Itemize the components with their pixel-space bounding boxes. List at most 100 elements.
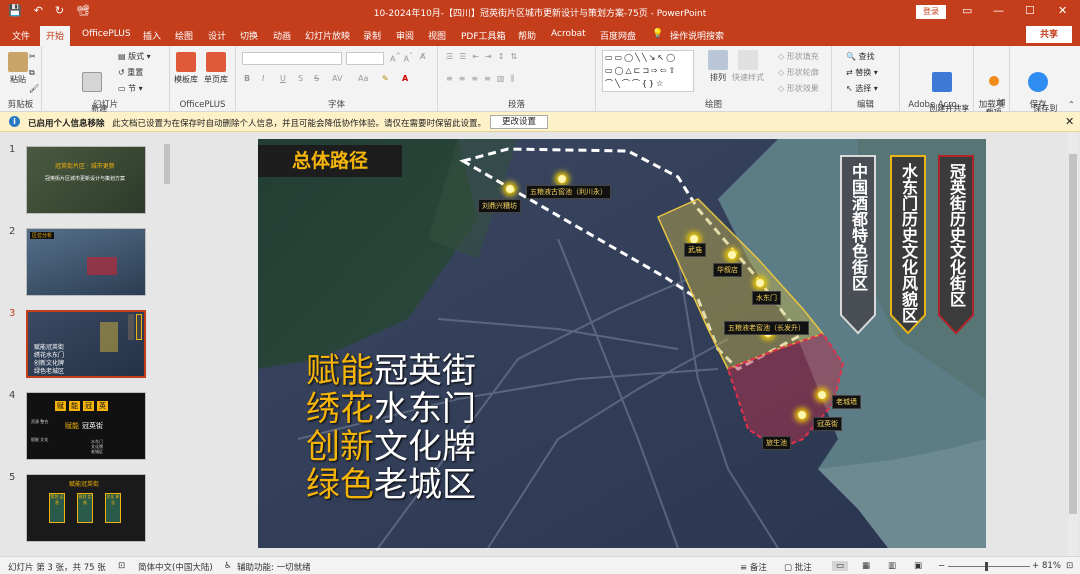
replace-button[interactable]: ⇄ 替换 ▾ xyxy=(846,67,878,78)
highlight-icon[interactable]: ✎ xyxy=(382,74,389,83)
cut-icon[interactable]: ✂ xyxy=(29,52,36,61)
tab-animations[interactable]: 动画 xyxy=(273,29,291,42)
normal-view-icon[interactable]: ▭ xyxy=(832,561,849,571)
group-label: Adobe Acro... xyxy=(908,100,965,110)
zoom-level[interactable]: 81% xyxy=(1042,561,1061,571)
maximize-button[interactable]: ☐ xyxy=(1025,4,1035,17)
spellcheck-icon[interactable]: ⊡ xyxy=(118,561,125,571)
tab-transitions[interactable]: 切换 xyxy=(240,29,258,42)
tab-help[interactable]: 帮助 xyxy=(518,29,536,42)
slide-thumbnail-2[interactable]: 区位分析 xyxy=(26,228,146,296)
case-button[interactable]: Aa xyxy=(358,74,368,83)
slide-thumbnail-5[interactable]: 赋能冠英街 策划 运营 规划 定制 文化 彰显 xyxy=(26,474,146,542)
title-bar: 💾 ↶ ↻ 📽 10-2024年10月-【四川】冠英街片区城市更新设计与策划方案… xyxy=(0,0,1080,24)
align-icons[interactable]: ≡≡≡≡▥⫼ xyxy=(446,74,520,84)
font-name-select[interactable] xyxy=(242,52,342,65)
language-status[interactable]: 简体中文(中国大陆) xyxy=(138,561,213,573)
select-button[interactable]: ↖ 选择 ▾ xyxy=(846,83,878,94)
copy-icon[interactable]: ⧉ xyxy=(29,68,35,78)
template-library-button[interactable]: 模板库 xyxy=(174,52,198,85)
tell-me-search[interactable]: 操作说明搜索 xyxy=(670,29,724,42)
banner-shuidongmen: 水东门历史文化风貌区 xyxy=(890,155,926,335)
thumb-number: 5 xyxy=(9,472,16,483)
ribbon-tabs: 文件 开始 OfficePLUS 插入 绘图 设计 切换 动画 幻灯片放映 录制… xyxy=(0,24,1080,46)
close-button[interactable]: ✕ xyxy=(1058,4,1067,17)
slide-thumbnail-1[interactable]: 冠英街片区 · 城市更新 冠英街片区城市更新设计与策划方案 xyxy=(26,146,146,214)
thumbnail-scrollbar[interactable] xyxy=(162,132,172,556)
slide-canvas[interactable]: 总体路径 赋能冠英街 绣花水东门 创新文化牌 绿色老城区 中国酒都特色街区 水东… xyxy=(258,139,986,548)
poi-light xyxy=(690,235,698,243)
tab-file[interactable]: 文件 xyxy=(12,29,30,42)
paste-button[interactable]: 粘贴 xyxy=(8,52,28,85)
tab-review[interactable]: 审阅 xyxy=(396,29,414,42)
section-button[interactable]: ▭ 节 ▾ xyxy=(118,83,143,94)
font-color-button[interactable]: A xyxy=(402,74,408,83)
fit-slide-icon[interactable]: ⊡ xyxy=(1066,561,1073,571)
tab-record[interactable]: 录制 xyxy=(363,29,381,42)
accessibility-status[interactable]: 辅助功能: 一切就绪 xyxy=(237,561,311,573)
layout-button[interactable]: ▤ 版式 ▾ xyxy=(118,51,151,62)
poi-label: 老城墙 xyxy=(832,395,861,409)
change-settings-button[interactable]: 更改设置 xyxy=(490,115,548,129)
thumb-number: 4 xyxy=(9,390,16,401)
list-icons[interactable]: ☰☰⇤⇥↕⇅ xyxy=(446,52,523,61)
scroll-thumb[interactable] xyxy=(1069,154,1077,514)
ribbon-display-icon[interactable]: ▭ xyxy=(962,4,972,17)
poi-label: 水东门 xyxy=(752,291,781,305)
group-addins: 加 载项 加载项 xyxy=(974,46,1010,117)
tab-officeplus[interactable]: OfficePLUS xyxy=(82,29,131,39)
arrange-icon xyxy=(708,50,728,70)
minimize-button[interactable]: — xyxy=(993,4,1004,17)
underline-button[interactable]: U xyxy=(280,74,286,83)
slide-thumbnail-4[interactable]: 赋 能 冠 英 赋能 冠英街 资源 整合 赋能 文化 水东门 文化牌 老城区 xyxy=(26,392,146,460)
tab-design[interactable]: 设计 xyxy=(208,29,226,42)
font-size-select[interactable] xyxy=(346,52,384,65)
italic-button[interactable]: I xyxy=(262,74,264,83)
thumb-number: 2 xyxy=(9,226,16,237)
zoom-slider[interactable] xyxy=(948,566,1030,567)
arrange-button[interactable]: 排列 xyxy=(708,50,728,83)
shapes-gallery[interactable]: ▭▭◯╲╲↘↖◯ ▭◯△⊏⊐⇨⇦⇧ ⌒╲⌒⌒{}☆ xyxy=(602,50,694,92)
format-painter-icon[interactable]: 🖌 xyxy=(29,84,39,93)
zoom-out-button[interactable]: − xyxy=(938,561,945,571)
scroll-thumb[interactable] xyxy=(164,144,170,184)
shape-outline-button[interactable]: ◇ 形状轮廓 xyxy=(778,67,819,78)
zoom-in-button[interactable]: + xyxy=(1032,561,1039,571)
tab-insert[interactable]: 插入 xyxy=(143,29,161,42)
spacing-button[interactable]: AV xyxy=(332,74,342,83)
tab-view[interactable]: 视图 xyxy=(428,29,446,42)
collapse-ribbon-icon[interactable]: ⌃ xyxy=(1068,100,1075,109)
single-page-button[interactable]: 单页库 xyxy=(204,52,228,85)
slogan-line-1: 赋能冠英街 xyxy=(306,351,476,391)
bold-button[interactable]: B xyxy=(244,74,250,83)
comments-button[interactable]: ▢ 批注 xyxy=(784,561,812,573)
shadow-button[interactable]: S xyxy=(298,74,303,83)
thumb-boxes: 赋 能 冠 英 xyxy=(55,401,108,411)
close-icon[interactable]: ✕ xyxy=(1065,115,1074,128)
thumb-text: 老城区 xyxy=(91,449,103,454)
shape-fill-button[interactable]: ◇ 形状填充 xyxy=(778,51,819,62)
notes-button[interactable]: ≡ 备注 xyxy=(740,561,767,573)
shape-effect-button[interactable]: ◇ 形状效果 xyxy=(778,83,819,94)
clear-format-icon[interactable]: A̸ xyxy=(420,52,425,61)
slide-sorter-icon[interactable]: ▦ xyxy=(862,561,870,571)
tab-acrobat[interactable]: Acrobat xyxy=(551,29,586,39)
reset-button[interactable]: ↺ 重置 xyxy=(118,67,143,78)
grow-font-icon[interactable]: A^ A˅ xyxy=(390,52,412,64)
tab-draw[interactable]: 绘图 xyxy=(175,29,193,42)
slide-scrollbar[interactable] xyxy=(1068,132,1078,556)
zoom-slider-thumb[interactable] xyxy=(985,562,988,571)
quick-styles-button[interactable]: 快速样式 xyxy=(732,50,764,83)
reading-view-icon[interactable]: ▥ xyxy=(888,561,896,571)
tab-baidu[interactable]: 百度网盘 xyxy=(600,29,636,42)
slideshow-icon[interactable]: ▣ xyxy=(914,561,922,571)
find-button[interactable]: 🔍 查找 xyxy=(846,51,875,62)
share-button[interactable]: 共享 xyxy=(1026,26,1072,43)
tab-home[interactable]: 开始 xyxy=(40,26,71,46)
strike-button[interactable]: S xyxy=(314,74,319,83)
tab-pdf-tools[interactable]: PDF工具箱 xyxy=(461,29,506,42)
thumb-text: 冠英街 xyxy=(82,422,103,430)
slide-thumbnail-3[interactable]: 赋能冠英街 绣花水东门 创新文化牌 绿色老城区 xyxy=(26,310,146,378)
login-button[interactable]: 登录 xyxy=(916,5,946,19)
tab-slideshow[interactable]: 幻灯片放映 xyxy=(305,29,350,42)
